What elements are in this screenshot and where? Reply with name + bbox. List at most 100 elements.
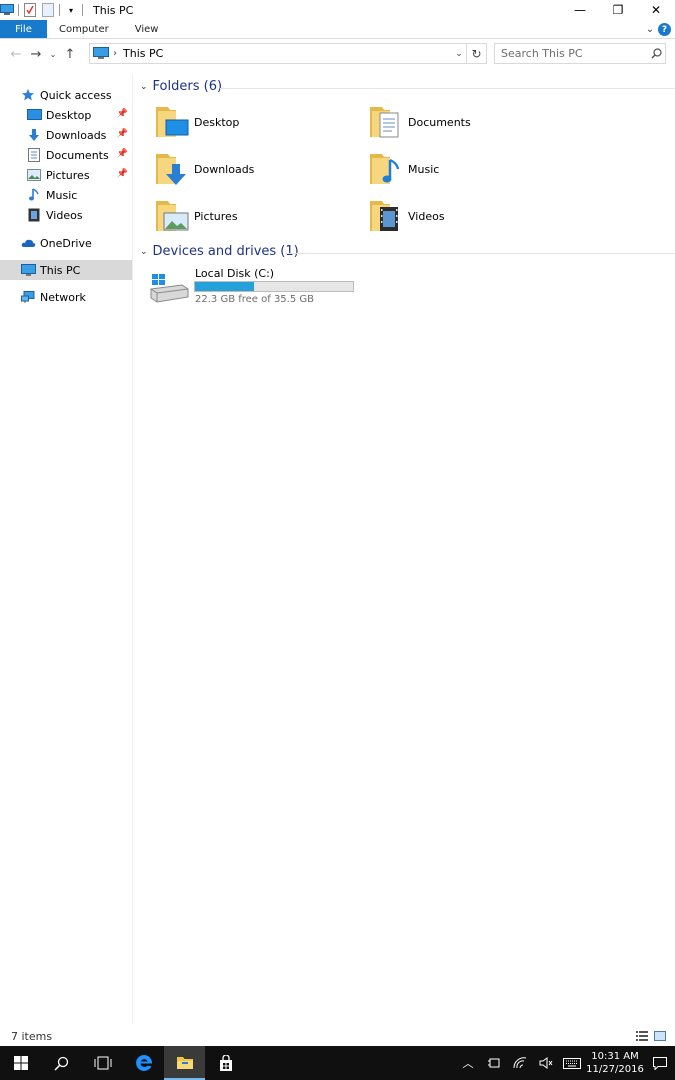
folder-pictures[interactable]: Pictures	[154, 194, 354, 238]
file-explorer-icon[interactable]	[164, 1046, 205, 1080]
qat-divider	[59, 4, 60, 16]
large-icons-view-icon[interactable]	[653, 1030, 667, 1042]
drive-free-space: 22.3 GB free of 35.5 GB	[195, 294, 314, 305]
sidebar-item-label: This PC	[40, 263, 81, 277]
tab-computer[interactable]: Computer	[47, 20, 122, 38]
item-count: 7 items	[11, 1029, 53, 1043]
folders-group-header[interactable]: ⌄ Folders (6)	[140, 79, 675, 94]
ribbon-right-controls: ⌄ ?	[642, 20, 675, 39]
content-pane: ⌄ Folders (6) Desktop Documents Download…	[134, 74, 675, 1024]
expand-ribbon-chevron-icon[interactable]: ⌄	[642, 24, 658, 35]
devices-group-header[interactable]: ⌄ Devices and drives (1)	[140, 244, 675, 259]
sidebar-item-label: Pictures	[46, 168, 90, 182]
properties-icon[interactable]	[23, 2, 37, 18]
group-divider	[285, 253, 675, 254]
navigation-pane: Quick access Desktop 📌 Downloads 📌 Docum…	[0, 74, 133, 1024]
close-button[interactable]: ✕	[637, 0, 675, 20]
folder-downloads[interactable]: Downloads	[154, 147, 354, 191]
videos-folder-icon	[368, 197, 404, 235]
sidebar-item-label: Music	[46, 188, 78, 202]
sidebar-item-quick-access[interactable]: Quick access	[0, 85, 132, 105]
title-bar: ▾ This PC — ❐ ✕	[0, 0, 675, 20]
drive-usage-fill	[195, 282, 254, 291]
clock-date: 11/27/2016	[586, 1064, 644, 1075]
pin-icon[interactable]: 📌	[117, 149, 128, 159]
view-toggle	[635, 1030, 667, 1042]
folder-label: Music	[408, 162, 440, 176]
cloud-icon	[20, 235, 36, 251]
sidebar-item-label: Quick access	[40, 88, 112, 102]
new-folder-icon[interactable]	[41, 2, 55, 18]
action-center-icon[interactable]	[645, 1046, 675, 1080]
start-button[interactable]	[0, 1046, 41, 1080]
computer-icon[interactable]	[0, 2, 14, 18]
tab-file[interactable]: File	[0, 20, 47, 38]
folder-label: Videos	[408, 209, 445, 223]
breadcrumb-chevron-icon[interactable]: ›	[113, 48, 117, 59]
desktop-folder-icon	[154, 103, 190, 141]
sidebar-item-onedrive[interactable]: OneDrive	[0, 233, 132, 253]
sidebar-item-this-pc[interactable]: This PC	[0, 260, 132, 280]
folder-desktop[interactable]: Desktop	[154, 100, 354, 144]
task-view-icon[interactable]	[82, 1046, 123, 1080]
tab-view[interactable]: View	[122, 20, 172, 38]
clock[interactable]: 10:31 AM 11/27/2016	[585, 1050, 645, 1076]
system-tray: ︿ 10:31 AM 11/27/2016	[455, 1046, 675, 1080]
details-view-icon[interactable]	[635, 1030, 649, 1042]
store-icon[interactable]	[205, 1046, 246, 1080]
sidebar-item-network[interactable]: Network	[0, 287, 132, 307]
sidebar-item-music[interactable]: Music	[0, 185, 132, 205]
collapse-chevron-icon[interactable]: ⌄	[140, 82, 148, 92]
pin-icon[interactable]: 📌	[117, 109, 128, 119]
address-dropdown-icon[interactable]: ⌄	[452, 44, 466, 63]
edge-browser-icon[interactable]	[123, 1046, 164, 1080]
pin-icon[interactable]: 📌	[117, 129, 128, 139]
restore-button[interactable]: ❐	[599, 0, 637, 20]
hard-drive-icon	[150, 273, 190, 305]
sidebar-item-documents[interactable]: Documents 📌	[0, 145, 132, 165]
clock-time: 10:31 AM	[591, 1051, 639, 1062]
wifi-icon[interactable]	[507, 1046, 533, 1080]
search-input[interactable]: Search This PC	[494, 43, 666, 64]
breadcrumb-this-pc[interactable]: This PC	[123, 47, 163, 60]
taskbar: ︿ 10:31 AM 11/27/2016	[0, 1046, 675, 1080]
folder-music[interactable]: Music	[368, 147, 568, 191]
folders-group-title: Folders (6)	[152, 79, 223, 94]
folder-documents[interactable]: Documents	[368, 100, 568, 144]
sidebar-item-downloads[interactable]: Downloads 📌	[0, 125, 132, 145]
window-controls: — ❐ ✕	[561, 0, 675, 20]
drive-usage-bar	[194, 281, 354, 292]
refresh-button[interactable]: ↻	[467, 43, 487, 64]
up-button[interactable]: ↑	[60, 43, 80, 65]
customize-qat-dropdown-icon[interactable]: ▾	[64, 2, 78, 18]
sidebar-item-videos[interactable]: Videos	[0, 205, 132, 225]
this-pc-icon	[93, 47, 109, 61]
back-button[interactable]: ←	[6, 43, 26, 65]
search-icon[interactable]	[647, 48, 665, 59]
power-plug-icon[interactable]	[481, 1046, 507, 1080]
sidebar-item-label: OneDrive	[40, 236, 92, 250]
minimize-button[interactable]: —	[561, 0, 599, 20]
folder-videos[interactable]: Videos	[368, 194, 568, 238]
search-icon[interactable]	[41, 1046, 82, 1080]
forward-button[interactable]: →	[26, 43, 46, 65]
help-icon[interactable]: ?	[658, 23, 671, 36]
recent-locations-chevron-icon[interactable]: ⌄	[46, 43, 60, 65]
star-icon	[20, 87, 36, 103]
drive-name: Local Disk (C:)	[195, 267, 275, 280]
window-title: This PC	[93, 3, 134, 17]
show-hidden-icons-chevron-icon[interactable]: ︿	[455, 1046, 481, 1080]
sidebar-item-desktop[interactable]: Desktop 📌	[0, 105, 132, 125]
folder-label: Documents	[408, 115, 471, 129]
sidebar-item-pictures[interactable]: Pictures 📌	[0, 165, 132, 185]
keyboard-icon[interactable]	[559, 1046, 585, 1080]
pin-icon[interactable]: 📌	[117, 169, 128, 179]
address-bar[interactable]: › This PC ⌄	[89, 43, 467, 64]
group-divider	[220, 88, 675, 89]
qat-divider	[18, 4, 19, 16]
drive-local-disk-c[interactable]: Local Disk (C:) 22.3 GB free of 35.5 GB	[150, 267, 370, 307]
volume-muted-icon[interactable]	[533, 1046, 559, 1080]
sidebar-item-label: Videos	[46, 208, 83, 222]
collapse-chevron-icon[interactable]: ⌄	[140, 247, 148, 257]
folder-label: Pictures	[194, 209, 238, 223]
